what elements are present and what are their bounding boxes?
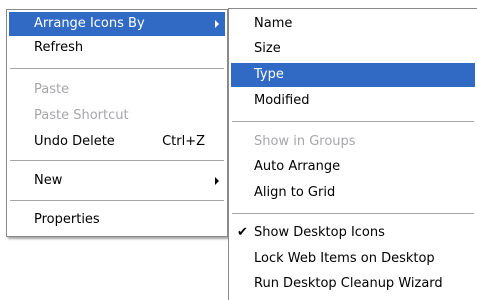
- checkmark-icon: ✔: [237, 225, 248, 240]
- submenu-item-align-to-grid[interactable]: Align to Grid: [231, 181, 475, 205]
- menu-separator: [232, 213, 474, 214]
- menu-item-label: Arrange Icons By: [34, 16, 145, 31]
- submenu-item-lock-web-items[interactable]: Lock Web Items on Desktop: [231, 247, 475, 271]
- menu-item-label: Align to Grid: [254, 185, 336, 200]
- menu-item-label: Paste Shortcut: [34, 108, 129, 123]
- menu-item-label: Modified: [254, 93, 310, 108]
- menu-separator: [10, 160, 224, 161]
- submenu-item-show-in-groups: Show in Groups: [231, 130, 475, 154]
- arrange-icons-submenu: Name Size Type Modified Show in Groups A…: [228, 8, 477, 300]
- menu-separator: [10, 200, 224, 201]
- menu-item-label: Properties: [34, 212, 100, 227]
- submenu-item-modified[interactable]: Modified: [231, 89, 475, 113]
- submenu-item-cleanup-wizard[interactable]: Run Desktop Cleanup Wizard: [231, 272, 475, 296]
- chevron-right-icon: [215, 177, 219, 185]
- menu-item-label: Auto Arrange: [254, 159, 341, 174]
- submenu-item-auto-arrange[interactable]: Auto Arrange: [231, 155, 475, 179]
- menu-item-properties[interactable]: Properties: [9, 208, 225, 232]
- menu-item-refresh[interactable]: Refresh: [9, 36, 225, 60]
- submenu-item-show-desktop-icons[interactable]: ✔ Show Desktop Icons: [231, 221, 475, 245]
- submenu-item-name[interactable]: Name: [231, 12, 475, 36]
- menu-item-label: Refresh: [34, 40, 84, 55]
- menu-item-label: Type: [254, 67, 284, 82]
- menu-separator: [10, 68, 224, 69]
- chevron-right-icon: [215, 20, 219, 28]
- desktop-context-menu: Arrange Icons By Refresh Paste Paste Sho…: [6, 9, 228, 237]
- menu-item-label: Lock Web Items on Desktop: [254, 251, 435, 266]
- menu-item-label: Name: [254, 16, 293, 31]
- menu-item-arrange-icons-by[interactable]: Arrange Icons By: [9, 12, 225, 36]
- menu-item-label: Undo Delete: [34, 134, 115, 149]
- menu-item-new[interactable]: New: [9, 169, 225, 193]
- menu-item-label: Size: [254, 41, 281, 56]
- menu-item-label: New: [34, 173, 63, 188]
- menu-item-undo-delete[interactable]: Undo Delete Ctrl+Z: [9, 130, 225, 154]
- submenu-item-type[interactable]: Type: [231, 63, 475, 87]
- menu-item-label: Paste: [34, 82, 70, 97]
- shortcut-label: Ctrl+Z: [162, 134, 205, 149]
- menu-item-paste-shortcut: Paste Shortcut: [9, 104, 225, 128]
- menu-item-label: Run Desktop Cleanup Wizard: [254, 276, 443, 291]
- menu-item-paste: Paste: [9, 78, 225, 102]
- menu-separator: [232, 121, 474, 122]
- submenu-item-size[interactable]: Size: [231, 37, 475, 61]
- menu-item-label: Show in Groups: [254, 134, 356, 149]
- menu-item-label: Show Desktop Icons: [254, 225, 385, 240]
